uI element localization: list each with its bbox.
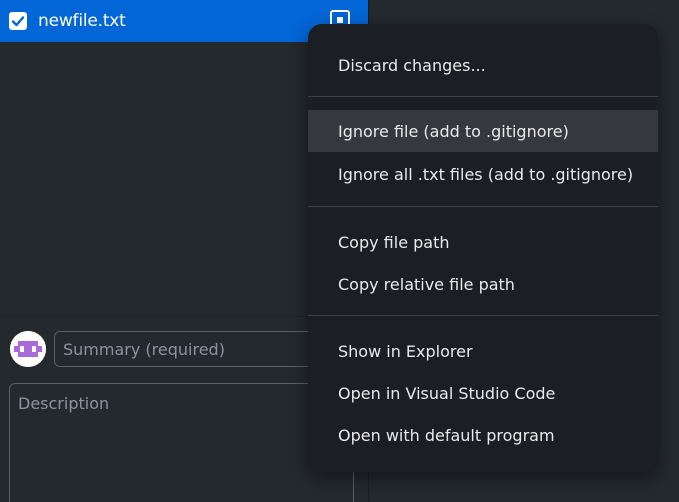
description-input[interactable]: [9, 383, 354, 502]
menu-separator: [308, 96, 658, 97]
menu-separator: [308, 315, 658, 316]
avatar: [10, 331, 46, 367]
menu-item-open-default-program[interactable]: Open with default program: [308, 414, 658, 456]
menu-item-ignore-all-txt[interactable]: Ignore all .txt files (add to .gitignore…: [308, 153, 658, 195]
menu-item-copy-file-path[interactable]: Copy file path: [308, 221, 658, 263]
app-window: newfile.txt Discard changes...: [0, 0, 679, 502]
menu-item-discard-changes[interactable]: Discard changes...: [308, 44, 658, 86]
menu-separator: [308, 206, 658, 207]
menu-item-open-in-vscode[interactable]: Open in Visual Studio Code: [308, 372, 658, 414]
menu-item-ignore-file[interactable]: Ignore file (add to .gitignore): [308, 110, 658, 152]
user-avatar-icon: [10, 331, 46, 367]
file-name: newfile.txt: [38, 11, 126, 31]
file-context-menu: Discard changes... Ignore file (add to .…: [308, 24, 658, 472]
menu-item-show-in-explorer[interactable]: Show in Explorer: [308, 330, 658, 372]
menu-item-copy-relative-path[interactable]: Copy relative file path: [308, 263, 658, 305]
checkmark-icon: [11, 16, 25, 27]
include-file-checkbox[interactable]: [9, 12, 27, 30]
